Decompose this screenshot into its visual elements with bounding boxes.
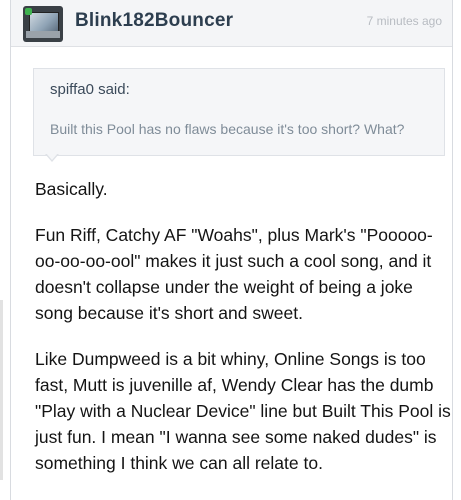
quote-block[interactable]: spiffa0 said: Built this Pool has no fla… (33, 68, 445, 156)
scroll-edge-indicator (0, 300, 3, 480)
quote-pointer-fill (46, 153, 58, 160)
online-status-icon (25, 8, 32, 15)
post-paragraph: Basically. (35, 179, 108, 199)
post-body: Basically. Fun Riff, Catchy AF "Woahs", … (35, 176, 455, 496)
post-header: Blink182Bouncer 7 minutes ago (11, 0, 452, 47)
user-avatar[interactable] (23, 6, 63, 42)
laptop-avatar-icon (29, 12, 59, 32)
post-paragraph: Fun Riff, Catchy AF "Woahs", plus Mark's… (35, 225, 433, 323)
quote-author[interactable]: spiffa0 said: (50, 81, 130, 98)
forum-post: Blink182Bouncer 7 minutes ago spiffa0 sa… (10, 0, 453, 500)
post-username[interactable]: Blink182Bouncer (75, 10, 233, 32)
laptop-keyboard-shape (26, 31, 60, 38)
quote-text: Built this Pool has no flaws because it'… (50, 121, 405, 137)
post-paragraph: Like Dumpweed is a bit whiny, Online Son… (35, 349, 451, 473)
post-timestamp[interactable]: 7 minutes ago (367, 14, 442, 28)
